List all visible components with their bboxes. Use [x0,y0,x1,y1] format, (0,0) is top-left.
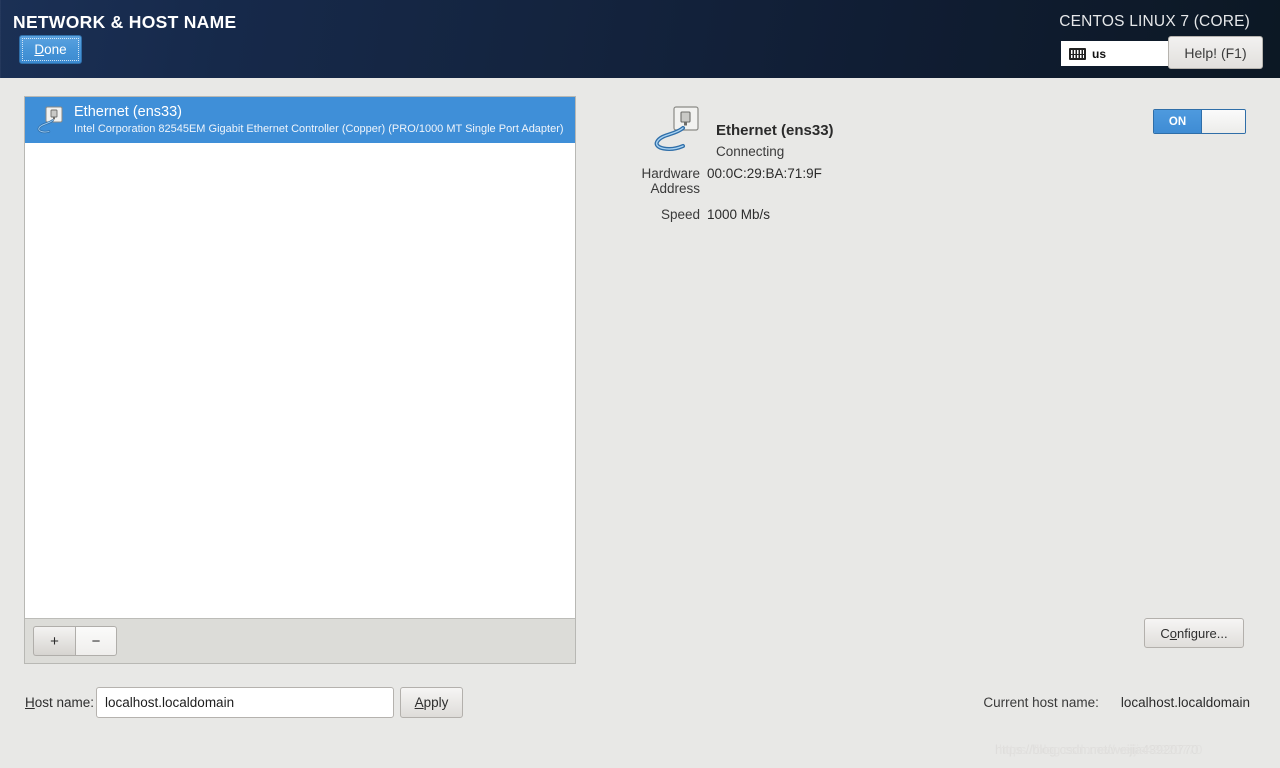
ethernet-icon [652,105,704,155]
ethernet-icon [35,105,65,135]
info-row-hardware-address: Hardware Address 00:0C:29:BA:71:9F [590,166,1280,196]
keyboard-icon [1069,47,1086,60]
page-title: NETWORK & HOST NAME [13,12,237,32]
watermark-text-duplicate: https://blog.csdn.net/weijia43920770 [999,742,1203,757]
keyboard-layout-indicator[interactable]: us [1061,41,1169,66]
list-item[interactable]: Ethernet (ens33) Intel Corporation 82545… [25,97,575,143]
apply-button-label: Apply [414,695,449,710]
current-hostname-value: localhost.localdomain [1120,695,1250,710]
keyboard-layout-label: us [1092,46,1107,61]
apply-mnemonic: A [414,695,424,710]
connection-toggle[interactable]: ON [1153,109,1246,134]
app-header: NETWORK & HOST NAME Done CENTOS LINUX 7 … [0,0,1280,78]
hostname-input[interactable] [96,687,394,718]
toggle-state-label: ON [1154,110,1201,133]
current-hostname-label: Current host name: [983,695,1099,710]
device-info-grid: Hardware Address 00:0C:29:BA:71:9F Speed… [590,166,1280,233]
product-name: CENTOS LINUX 7 (CORE) [1059,13,1250,30]
toggle-knob [1201,110,1245,133]
configure-mnemonic: o [1169,625,1178,641]
help-button[interactable]: Help! (F1) [1168,36,1263,69]
done-button[interactable]: Done [19,35,82,64]
speed-label: Speed [660,207,700,222]
device-list-panel: Ethernet (ens33) Intel Corporation 82545… [24,96,576,664]
add-remove-button-group: + − [33,626,117,656]
info-row-speed: Speed 1000 Mb/s [590,207,1280,222]
hardware-address-value: 00:0C:29:BA:71:9F [707,166,822,181]
current-hostname: Current host name: localhost.localdomain [983,695,1250,710]
speed-value: 1000 Mb/s [707,207,771,222]
device-list-toolbar: + − [25,618,575,663]
connection-status: Connecting [716,144,785,159]
hardware-address-label: Hardware Address [641,166,700,196]
device-list[interactable]: Ethernet (ens33) Intel Corporation 82545… [25,97,575,619]
add-device-button[interactable]: + [33,626,75,656]
list-item-text: Ethernet (ens33) Intel Corporation 82545… [74,104,564,135]
detail-header: Ethernet (ens33) Connecting [652,105,834,159]
configure-button[interactable]: Configure... [1144,618,1244,648]
configure-button-label: Configure... [1160,625,1228,641]
done-mnemonic: D [34,42,45,57]
hostname-label: Host name: [25,695,95,710]
detail-title: Ethernet (ens33) [716,122,834,139]
help-button-label: Help! (F1) [1184,44,1247,61]
device-description: Intel Corporation 82545EM Gigabit Ethern… [74,123,564,136]
hostname-mnemonic: H [25,695,35,710]
watermark: https://blog.csdn.net/weijia43920770 htt… [995,742,1275,757]
detail-title-block: Ethernet (ens33) Connecting [716,105,834,159]
remove-device-button[interactable]: − [75,626,117,656]
minus-icon: − [91,632,101,650]
done-button-label: Done [34,42,67,57]
apply-button[interactable]: Apply [400,687,463,718]
device-name: Ethernet (ens33) [74,104,183,121]
device-detail-panel: Ethernet (ens33) Connecting ON Hardware … [590,96,1280,664]
plus-icon: + [50,632,59,650]
